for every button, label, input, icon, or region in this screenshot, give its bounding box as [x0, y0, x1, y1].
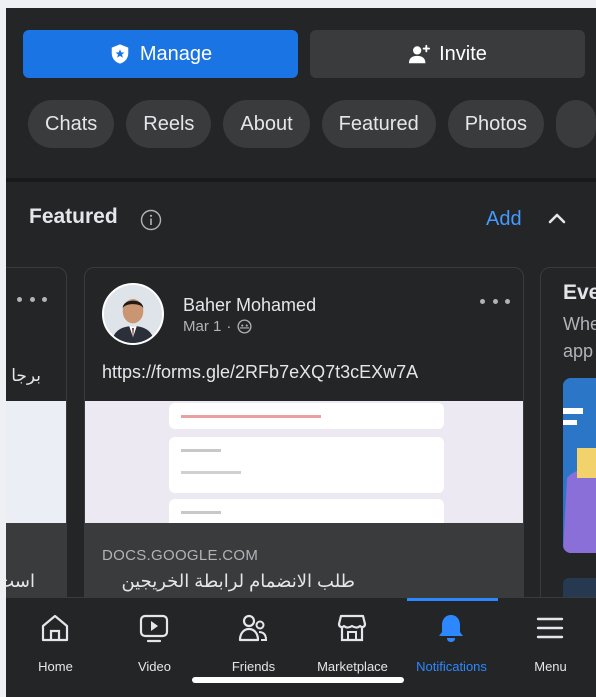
more-options-icon[interactable]	[17, 294, 47, 304]
nav-friends[interactable]: Friends	[204, 598, 303, 684]
meta-separator: ·	[226, 318, 232, 335]
friends-icon	[237, 612, 269, 644]
nav-video[interactable]: Video	[105, 598, 204, 684]
page-header: Manage Invite Chats Reels About Featured…	[6, 8, 596, 178]
featured-card-right[interactable]: Eve Whe app	[540, 267, 596, 627]
post-author[interactable]: Baher Mohamed	[183, 295, 316, 316]
featured-post-card[interactable]: Baher Mohamed Mar 1 · https://forms.gle/…	[84, 267, 524, 627]
bell-icon	[435, 612, 467, 644]
right-card-subtitle: Whe app	[563, 311, 596, 365]
form-header-block	[169, 403, 444, 429]
manage-button[interactable]: Manage	[23, 30, 298, 78]
nav-label: Notifications	[416, 659, 487, 674]
home-icon	[39, 612, 71, 644]
left-card-text: برجا	[11, 366, 41, 385]
nav-label: Menu	[534, 659, 567, 674]
left-card-image	[6, 401, 66, 523]
link-domain: DOCS.GOOGLE.COM	[102, 547, 259, 564]
page-screen: Manage Invite Chats Reels About Featured…	[6, 8, 596, 697]
add-featured-link[interactable]: Add	[486, 208, 522, 231]
featured-card-left[interactable]: برجا است	[6, 267, 67, 627]
tab-reels[interactable]: Reels	[126, 100, 212, 148]
home-indicator[interactable]	[192, 677, 404, 683]
tab-about[interactable]: About	[223, 100, 310, 148]
right-card-title: Eve	[563, 281, 596, 304]
nav-label: Friends	[231, 659, 276, 674]
nav-marketplace[interactable]: Marketplace	[303, 598, 402, 684]
link-preview-image[interactable]	[85, 401, 523, 529]
nav-menu[interactable]: Menu	[501, 598, 596, 684]
invite-button[interactable]: Invite	[310, 30, 585, 78]
more-options-icon[interactable]	[480, 296, 510, 306]
manage-label: Manage	[139, 42, 213, 65]
tab-more[interactable]	[555, 100, 596, 148]
chevron-up-icon[interactable]	[547, 210, 567, 226]
profile-tabs: Chats Reels About Featured Photos	[28, 100, 596, 148]
tab-photos[interactable]: Photos	[447, 100, 544, 148]
right-card-image	[563, 378, 596, 553]
left-card-link-title: است	[6, 571, 35, 591]
shield-star-icon	[109, 43, 131, 65]
featured-section: Featured Add برجا است	[6, 182, 596, 627]
nav-home[interactable]: Home	[6, 598, 105, 684]
featured-title: Featured	[29, 205, 118, 228]
tab-chats[interactable]: Chats	[28, 100, 115, 148]
link-title: طلب الانضمام لرابطة الخريجين	[121, 571, 355, 591]
video-icon	[138, 612, 170, 644]
nav-label: Video	[137, 659, 171, 674]
menu-icon	[534, 612, 566, 644]
nav-label: Home	[38, 659, 73, 674]
invite-label: Invite	[439, 42, 487, 65]
post-meta: Mar 1 ·	[183, 318, 252, 335]
post-text[interactable]: https://forms.gle/2RFb7eXQ7t3cEXw7A	[102, 362, 418, 383]
privacy-icon	[237, 319, 252, 334]
info-icon[interactable]	[140, 209, 162, 231]
nav-notifications[interactable]: Notifications	[402, 598, 501, 684]
avatar[interactable]	[102, 283, 164, 345]
right-card-subtitle-line: Whe	[563, 314, 596, 334]
add-person-icon	[408, 43, 431, 65]
post-date: Mar 1	[183, 318, 222, 335]
right-card-subtitle-line: app	[563, 341, 594, 361]
marketplace-icon	[336, 612, 368, 644]
form-field-block	[169, 437, 444, 493]
nav-label: Marketplace	[317, 659, 388, 674]
tab-featured[interactable]: Featured	[321, 100, 436, 148]
